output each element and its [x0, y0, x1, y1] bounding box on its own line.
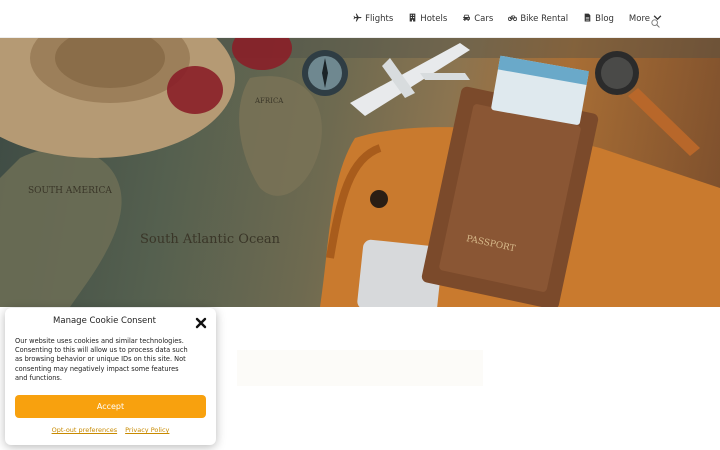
nav-label: Flights: [365, 14, 394, 24]
nav-label: Blog: [595, 14, 614, 24]
hero-image: SOUTH AMERICA AFRICA South Atlantic Ocea…: [0, 38, 720, 307]
nav-label: Bike Rental: [520, 14, 569, 24]
nav-item-bike-rental[interactable]: Bike Rental: [508, 13, 568, 25]
search-icon: [651, 13, 660, 32]
bicycle-icon: [508, 13, 518, 25]
close-icon: [194, 315, 208, 334]
close-button[interactable]: [194, 315, 208, 329]
hero-illustration: SOUTH AMERICA AFRICA South Atlantic Ocea…: [0, 38, 720, 307]
privacy-policy-link[interactable]: Privacy Policy: [125, 426, 169, 434]
nav-label: Hotels: [420, 14, 448, 24]
nav-item-hotels[interactable]: Hotels: [408, 13, 447, 25]
main-nav: Flights Hotels Cars Bike Rental Blog Mor…: [353, 0, 662, 38]
building-icon: [408, 13, 417, 25]
nav-item-flights[interactable]: Flights: [353, 13, 393, 25]
nav-label: Cars: [474, 14, 494, 24]
cookie-description: Our website uses cookies and similar tec…: [15, 337, 188, 382]
nav-label: More: [628, 14, 650, 24]
plane-icon: [353, 13, 362, 25]
site-header: Flights Hotels Cars Bike Rental Blog Mor…: [0, 0, 720, 38]
nav-item-blog[interactable]: Blog: [583, 13, 614, 25]
car-icon: [462, 13, 471, 25]
cookie-title: Manage Cookie Consent: [53, 316, 156, 326]
cookie-links: Opt-out preferences Privacy Policy: [5, 426, 216, 434]
nav-item-cars[interactable]: Cars: [462, 13, 493, 25]
search-button[interactable]: [651, 13, 662, 28]
document-icon: [583, 13, 592, 25]
content-placeholder: [237, 350, 483, 386]
map-label-africa: AFRICA: [254, 97, 284, 105]
accept-button[interactable]: Accept: [15, 395, 206, 418]
map-label-south-america: SOUTH AMERICA: [28, 186, 112, 196]
cookie-consent-dialog: Manage Cookie Consent Our website uses c…: [5, 308, 216, 445]
opt-out-preferences-link[interactable]: Opt-out preferences: [52, 426, 118, 434]
map-label-ocean: South Atlantic Ocean: [140, 232, 281, 247]
